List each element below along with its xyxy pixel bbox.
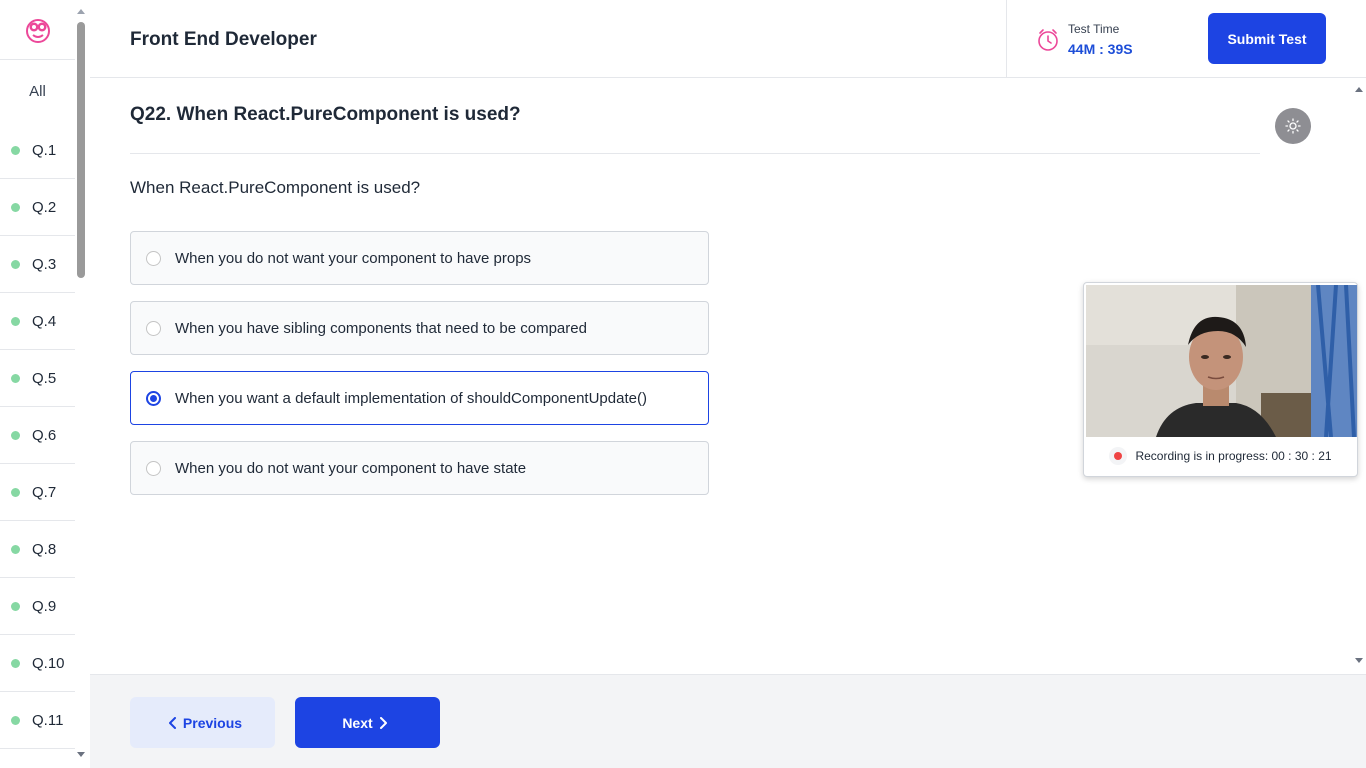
option-label: When you do not want your component to h… [175, 459, 527, 477]
previous-label: Previous [182, 714, 243, 731]
answered-status-dot [11, 544, 20, 554]
chevron-right-icon [379, 716, 387, 729]
sidebar-item-question[interactable]: Q.10 [0, 635, 75, 692]
radio-button[interactable] [146, 460, 161, 476]
previous-button[interactable]: Previous [130, 697, 275, 748]
sidebar-item-question[interactable]: Q.3 [0, 236, 75, 293]
question-list: All Q.1 Q.2 Q.3 Q.4 Q.5 Q.6 Q.7 Q.8 Q.9 Q.10 Q.11 [0, 0, 75, 768]
radio-button[interactable] [146, 250, 161, 266]
question-divider [130, 153, 1260, 154]
theme-toggle-button[interactable] [1275, 108, 1311, 144]
header-divider [1006, 0, 1007, 78]
answer-option-1[interactable]: When you do not want your component to h… [130, 231, 709, 285]
sidebar-item-question[interactable]: Q.1 [0, 122, 75, 179]
answered-status-dot [11, 316, 20, 326]
recording-dot-icon [1109, 447, 1128, 465]
sidebar-item-all[interactable]: All [0, 60, 75, 122]
answered-status-dot [11, 487, 20, 497]
next-button[interactable]: Next [295, 697, 440, 748]
answered-status-dot [11, 658, 20, 668]
webcam-video [1086, 285, 1357, 437]
question-number-label: Q.11 [32, 711, 64, 729]
sidebar-item-question[interactable]: Q.6 [0, 407, 75, 464]
option-label: When you want a default implementation o… [175, 389, 647, 407]
answered-status-dot [11, 715, 20, 725]
clock-icon [1038, 29, 1058, 51]
sidebar-item-question[interactable]: Q.8 [0, 521, 75, 578]
question-sidebar: All Q.1 Q.2 Q.3 Q.4 Q.5 Q.6 Q.7 Q.8 Q.9 Q.10 Q.11 [0, 0, 89, 768]
question-text: When React.PureComponent is used? [130, 178, 421, 197]
question-number-label: Q.2 [32, 198, 57, 216]
answer-option-4[interactable]: When you do not want your component to h… [130, 441, 709, 495]
question-number-label: Q.9 [32, 597, 57, 615]
sidebar-item-question[interactable]: Q.11 [0, 692, 75, 749]
radio-button[interactable] [146, 320, 161, 336]
page-title: Front End Developer [130, 29, 317, 50]
option-label: When you have sibling components that ne… [175, 319, 587, 337]
chevron-left-icon [168, 716, 176, 729]
answered-status-dot [11, 259, 20, 269]
sidebar-scrollbar[interactable] [75, 0, 89, 768]
question-number-label: Q.4 [32, 312, 57, 330]
question-number-label: Q.8 [32, 540, 57, 558]
question-items: Q.1 Q.2 Q.3 Q.4 Q.5 Q.6 Q.7 Q.8 Q.9 Q.10 Q.11 [0, 122, 75, 749]
timer-value: 44M : 39S [1068, 41, 1133, 57]
question-number-label: Q.6 [32, 426, 57, 444]
sidebar-item-question[interactable]: Q.9 [0, 578, 75, 635]
header: Front End Developer Test Time 44M : 39S … [90, 0, 1366, 78]
sun-icon [1285, 118, 1301, 134]
sidebar-item-question[interactable]: Q.7 [0, 464, 75, 521]
logo-icon [25, 18, 50, 43]
sidebar-scroll-thumb[interactable] [77, 22, 85, 278]
answered-status-dot [11, 202, 20, 212]
scroll-down-icon[interactable] [1355, 658, 1363, 663]
test-app: All Q.1 Q.2 Q.3 Q.4 Q.5 Q.6 Q.7 Q.8 Q.9 Q.10 Q.11 … [0, 0, 1366, 768]
footer-nav: Previous Next [90, 674, 1366, 768]
recording-status: Recording is in progress: 00 : 30 : 21 [1084, 443, 1357, 469]
next-label: Next [342, 714, 373, 731]
question-number-label: Q.10 [32, 654, 65, 672]
sidebar-item-question[interactable]: Q.4 [0, 293, 75, 350]
answer-option-2[interactable]: When you have sibling components that ne… [130, 301, 709, 355]
submit-test-button[interactable]: Submit Test [1208, 13, 1326, 64]
scroll-down-icon[interactable] [77, 752, 85, 757]
question-number-label: Q.1 [32, 141, 57, 159]
question-title: Q22. When React.PureComponent is used? [130, 104, 521, 125]
answered-status-dot [11, 373, 20, 383]
answered-status-dot [11, 601, 20, 611]
logo[interactable] [0, 0, 75, 60]
answered-status-dot [11, 145, 20, 155]
scroll-up-icon[interactable] [77, 9, 85, 14]
question-number-label: Q.3 [32, 255, 57, 273]
scroll-up-icon[interactable] [1355, 87, 1363, 92]
timer-label: Test Time [1068, 22, 1120, 36]
question-number-label: Q.5 [32, 369, 57, 387]
webcam-preview[interactable]: Recording is in progress: 00 : 30 : 21 [1083, 282, 1358, 477]
option-label: When you do not want your component to h… [175, 249, 532, 267]
sidebar-item-question[interactable]: Q.5 [0, 350, 75, 407]
radio-button-selected[interactable] [146, 390, 161, 406]
recording-text: Recording is in progress: 00 : 30 : 21 [1135, 449, 1332, 463]
answer-option-3[interactable]: When you want a default implementation o… [130, 371, 709, 425]
sidebar-item-question[interactable]: Q.2 [0, 179, 75, 236]
question-number-label: Q.7 [32, 483, 57, 501]
answered-status-dot [11, 430, 20, 440]
